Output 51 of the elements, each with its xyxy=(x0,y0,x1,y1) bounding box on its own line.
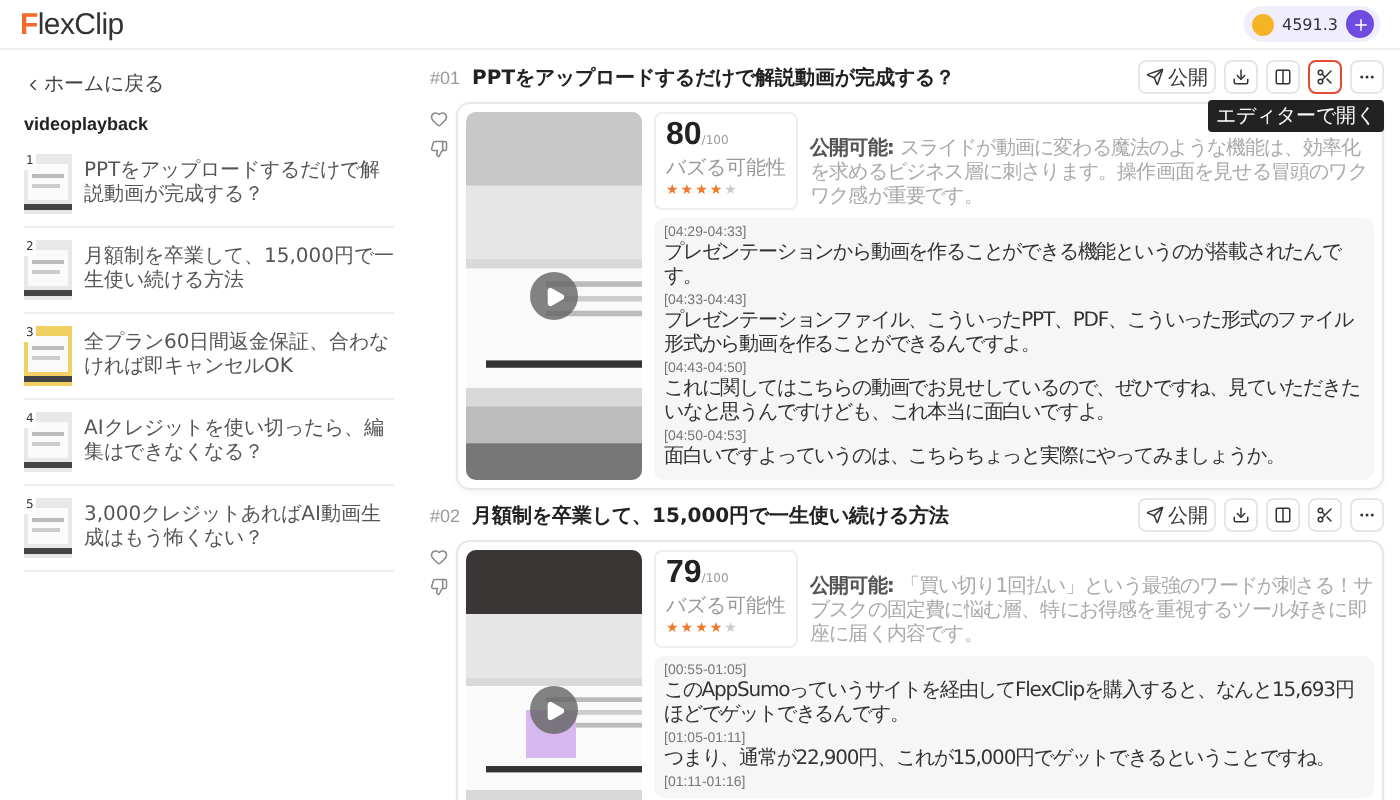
publish-button[interactable]: 公開 xyxy=(1138,60,1216,94)
download-button[interactable] xyxy=(1224,498,1258,532)
summary-text: 公開可能: スライドが動画に変わる魔法のような機能は、効率化を求めるビジネス層に刺さります。操作画面を見せる冒頭のワクワク感が重要です。 xyxy=(810,138,1369,210)
sidebar-title: videoplayback xyxy=(24,114,151,134)
score: 79 xyxy=(666,556,702,592)
clip-list-title: PPTをアップロードするだけで解説動画が完成する？ xyxy=(84,159,383,209)
play-icon xyxy=(543,699,565,721)
publish-button[interactable]: 公開 xyxy=(1138,498,1216,532)
credit-balance: 4591.3 xyxy=(1282,15,1338,33)
edit-button[interactable] xyxy=(1308,60,1342,94)
split-button[interactable] xyxy=(1266,60,1300,94)
like-icon[interactable] xyxy=(430,110,448,128)
clip-title: PPTをアップロードするだけで解説動画が完成する？ xyxy=(472,64,958,91)
split-icon xyxy=(1274,68,1292,86)
add-credits-button[interactable] xyxy=(1346,10,1374,38)
transcript-line: つまり、通常が22,900円、これが15,000円でゲットできるということですね。 xyxy=(664,748,1337,772)
back-link[interactable]: ホームに戻る xyxy=(24,70,394,98)
send-icon xyxy=(1146,506,1164,524)
split-icon xyxy=(1274,506,1292,524)
clip-index: #01 xyxy=(430,67,461,87)
score-label: バズる可能性 xyxy=(666,155,786,182)
clip-index: #02 xyxy=(430,505,461,525)
clip-title: 月額制を卒業して、15,000円で一生使い続ける方法 xyxy=(472,502,952,529)
transcript-line: プレゼンテーションから動画を作ることができる機能というのが搭載されたんです。 xyxy=(664,242,1344,290)
clip-list-title: AIクレジットを使い切ったら、編集はできなくなる？ xyxy=(84,417,386,467)
clip-list-title: 全プラン60日間返金保証、合わなければ即キャンセルOK xyxy=(84,331,392,381)
transcript-line: 面白いですよっていうのは、こちらちょっと実際にやってみましょうか。 xyxy=(664,446,1287,470)
download-button[interactable] xyxy=(1224,60,1258,94)
dislike-icon[interactable] xyxy=(430,140,448,158)
download-icon xyxy=(1232,68,1250,86)
clip-list-title: 月額制を卒業して、15,000円で一生使い続ける方法 xyxy=(84,245,394,295)
send-icon xyxy=(1146,68,1164,86)
transcript-line: プレゼンテーションファイル、こういったPPT、PDF、こういった形式のファイル形式から動画を作ることができるんですよ。 xyxy=(664,310,1356,358)
summary-text: 公開可能: 「買い切り1回払い」という最強のワードが刺さる！サブスクの固定費に悩む層、特にお得感を重視するツール好きに即座に届く内容です。 xyxy=(810,576,1374,648)
coin-icon xyxy=(1252,13,1274,35)
like-icon[interactable] xyxy=(430,548,448,566)
transcript-line: このAppSumoっていうサイトを経由してFlexClipを購入すると、なんと15,693円ほどでゲットできるんです。 xyxy=(664,680,1356,728)
chevron-left-icon xyxy=(24,75,42,93)
download-icon xyxy=(1232,506,1250,524)
score-label: バズる可能性 xyxy=(666,593,786,620)
tooltip: エディターで開く xyxy=(1208,100,1384,132)
play-icon xyxy=(543,285,565,307)
plus-icon xyxy=(1351,15,1369,33)
logo[interactable]: FlexClip xyxy=(20,7,124,41)
transcript-line: これに関してはこちらの動画でお見せしているので、ぜひですね、見ていただきたいなと思うんですけども、これ本当に面白いですよ。 xyxy=(664,378,1362,426)
score: 80 xyxy=(666,118,702,154)
scissors-icon xyxy=(1316,506,1334,524)
clip-list-title: 3,000クレジットあればAI動画生成はもう怖くない？ xyxy=(84,503,383,553)
dislike-icon[interactable] xyxy=(430,578,448,596)
split-button[interactable] xyxy=(1266,498,1300,532)
scissors-icon xyxy=(1316,68,1334,86)
